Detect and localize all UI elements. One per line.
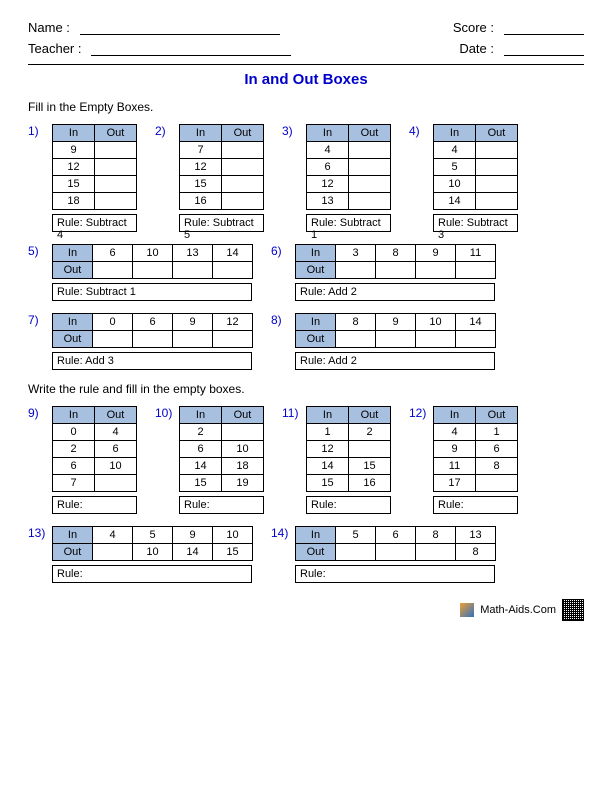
rule-box[interactable]: Rule: — [52, 496, 137, 514]
problem-number: 7) — [28, 313, 46, 327]
problem-row-3: 7) In06912 Out Rule: Add 3 8) In891014 O… — [28, 313, 584, 370]
out-header: Out — [95, 125, 137, 142]
io-table: In891014 Out — [295, 313, 496, 348]
io-table: InOut 4 5 10 14 — [433, 124, 518, 210]
divider — [28, 64, 584, 65]
rule-box: Rule: Add 2 — [295, 283, 495, 301]
rule-box: Rule: Subtract 1 — [52, 283, 252, 301]
footer: Math-Aids.Com — [28, 599, 584, 621]
io-table: InOut 9 12 15 18 — [52, 124, 137, 210]
io-table: InOut 41 96 118 17 — [433, 406, 518, 492]
problem-number: 3) — [282, 124, 300, 138]
qr-code-icon — [562, 599, 584, 621]
instruction-1: Fill in the Empty Boxes. — [28, 100, 584, 114]
problem-row-5: 13) In45910 Out101415 Rule: 14) In56813 … — [28, 526, 584, 583]
rule-box: Rule: Subtract 5 — [179, 214, 264, 232]
problem-number: 10) — [155, 406, 173, 420]
problem-number: 2) — [155, 124, 173, 138]
rule-box: Rule: Subtract 3 — [433, 214, 518, 232]
problem-number: 13) — [28, 526, 46, 540]
io-table: InOut 12 12 1415 1516 — [306, 406, 391, 492]
page-title: In and Out Boxes — [28, 71, 584, 88]
instruction-2: Write the rule and fill in the empty box… — [28, 382, 584, 396]
problem-row-2: 5) In6101314 Out Rule: Subtract 1 6) In3… — [28, 244, 584, 301]
io-table: InOut 2 610 1418 1519 — [179, 406, 264, 492]
rule-box: Rule: Add 3 — [52, 352, 252, 370]
problem-number: 5) — [28, 244, 46, 258]
rule-box[interactable]: Rule: — [52, 565, 252, 583]
rule-box[interactable]: Rule: — [179, 496, 264, 514]
rule-box: Rule: Subtract 1 — [306, 214, 391, 232]
problem-number: 8) — [271, 313, 289, 327]
io-table: InOut 04 26 610 7 — [52, 406, 137, 492]
problem-number: 6) — [271, 244, 289, 258]
score-field[interactable] — [504, 21, 584, 35]
logo-icon — [460, 603, 474, 617]
problem-number: 9) — [28, 406, 46, 420]
date-label: Date : — [444, 41, 494, 56]
io-table: In38911 Out — [295, 244, 496, 279]
problem-number: 1) — [28, 124, 46, 138]
io-table: InOut 4 6 12 13 — [306, 124, 391, 210]
rule-box[interactable]: Rule: — [306, 496, 391, 514]
rule-box: Rule: Add 2 — [295, 352, 495, 370]
io-table: In06912 Out — [52, 313, 253, 348]
rule-box: Rule: Subtract 4 — [52, 214, 137, 232]
io-table: In6101314 Out — [52, 244, 253, 279]
problem-row-4: 9) InOut 04 26 610 7 Rule: 10) InOut 2 6… — [28, 406, 584, 514]
io-table: In56813 Out8 — [295, 526, 496, 561]
name-label: Name : — [28, 20, 70, 35]
rule-box[interactable]: Rule: — [433, 496, 518, 514]
io-table: InOut 7 12 15 16 — [179, 124, 264, 210]
footer-text: Math-Aids.Com — [480, 604, 556, 616]
date-field[interactable] — [504, 42, 584, 56]
in-header: In — [53, 125, 95, 142]
score-label: Score : — [444, 20, 494, 35]
worksheet-header: Name : Teacher : Score : Date : — [28, 20, 584, 56]
problem-number: 11) — [282, 406, 300, 420]
io-table: In45910 Out101415 — [52, 526, 253, 561]
problem-row-1: 1) InOut 9 12 15 18 Rule: Subtract 4 2) … — [28, 124, 584, 232]
problem-number: 4) — [409, 124, 427, 138]
teacher-field[interactable] — [91, 42, 291, 56]
problem-number: 12) — [409, 406, 427, 420]
rule-box[interactable]: Rule: — [295, 565, 495, 583]
teacher-label: Teacher : — [28, 41, 81, 56]
problem-number: 14) — [271, 526, 289, 540]
name-field[interactable] — [80, 21, 280, 35]
